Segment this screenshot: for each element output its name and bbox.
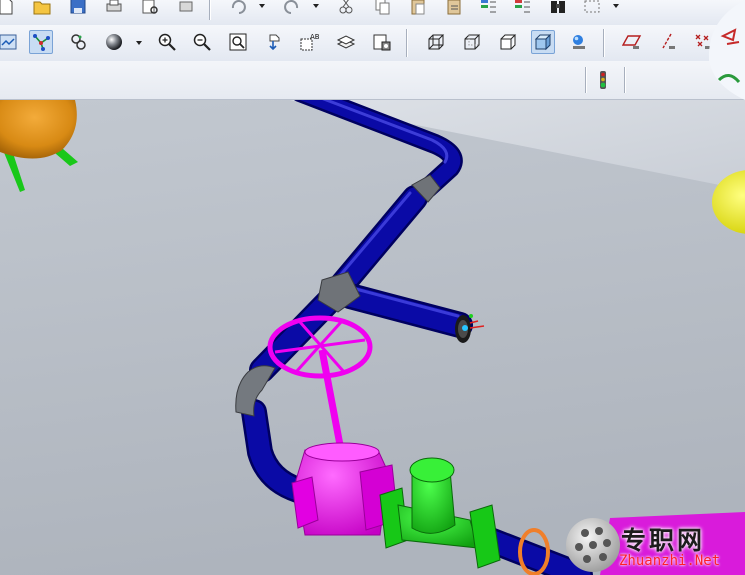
wireframe-icon[interactable] (424, 30, 448, 54)
no-hidden-icon[interactable] (496, 30, 520, 54)
zoom-out-icon[interactable] (190, 30, 214, 54)
cut-icon[interactable] (334, 0, 358, 18)
model-tree-icon[interactable] (510, 0, 534, 18)
page-setup-icon[interactable] (174, 0, 198, 18)
datum-axis-icon[interactable] (656, 30, 680, 54)
hidden-line-icon[interactable] (460, 30, 484, 54)
print-preview-icon[interactable] (138, 0, 162, 18)
redo-icon[interactable] (280, 0, 304, 18)
print-icon[interactable] (102, 0, 126, 18)
named-view-icon[interactable] (0, 30, 20, 54)
open-folder-icon[interactable] (30, 0, 54, 18)
shaded-icon[interactable] (531, 30, 555, 54)
new-file-icon[interactable] (0, 0, 18, 18)
toolbar-status (0, 61, 745, 100)
spin-center-icon[interactable] (29, 30, 53, 54)
select-box-icon[interactable] (580, 0, 604, 18)
toolbar-view: AB (0, 25, 745, 62)
regenerate-icon[interactable] (476, 0, 500, 18)
watermark-english: Zhuanzhi.Net (619, 553, 721, 569)
shading-sphere-icon[interactable] (102, 30, 126, 54)
appearance-icon[interactable] (370, 30, 394, 54)
layers-icon[interactable] (334, 30, 358, 54)
paste-icon[interactable] (406, 0, 430, 18)
save-icon[interactable] (66, 0, 90, 18)
status-light-icon[interactable] (591, 68, 615, 92)
saved-views-icon[interactable]: AB (297, 30, 321, 54)
toolbar-standard (0, 0, 745, 26)
corner-logo-decoration (708, 0, 745, 100)
watermark: 专职网 Zhuanzhi.Net (563, 515, 745, 575)
watermark-chinese: 专职网 (621, 526, 706, 555)
model-viewport[interactable]: 专职网 Zhuanzhi.Net (0, 100, 745, 575)
orient-mode-icon[interactable] (66, 30, 90, 54)
refit-icon[interactable] (226, 30, 250, 54)
watermark-globe-icon (566, 518, 620, 572)
paste-special-icon[interactable] (442, 0, 466, 18)
svg-text:AB: AB (310, 33, 319, 41)
enhanced-realism-icon[interactable] (567, 30, 591, 54)
zoom-in-icon[interactable] (155, 30, 179, 54)
copy-icon[interactable] (370, 0, 394, 18)
reorient-icon[interactable] (263, 30, 287, 54)
undo-icon[interactable] (226, 0, 250, 18)
binoculars-icon[interactable] (546, 0, 570, 18)
datum-plane-icon[interactable] (620, 30, 644, 54)
